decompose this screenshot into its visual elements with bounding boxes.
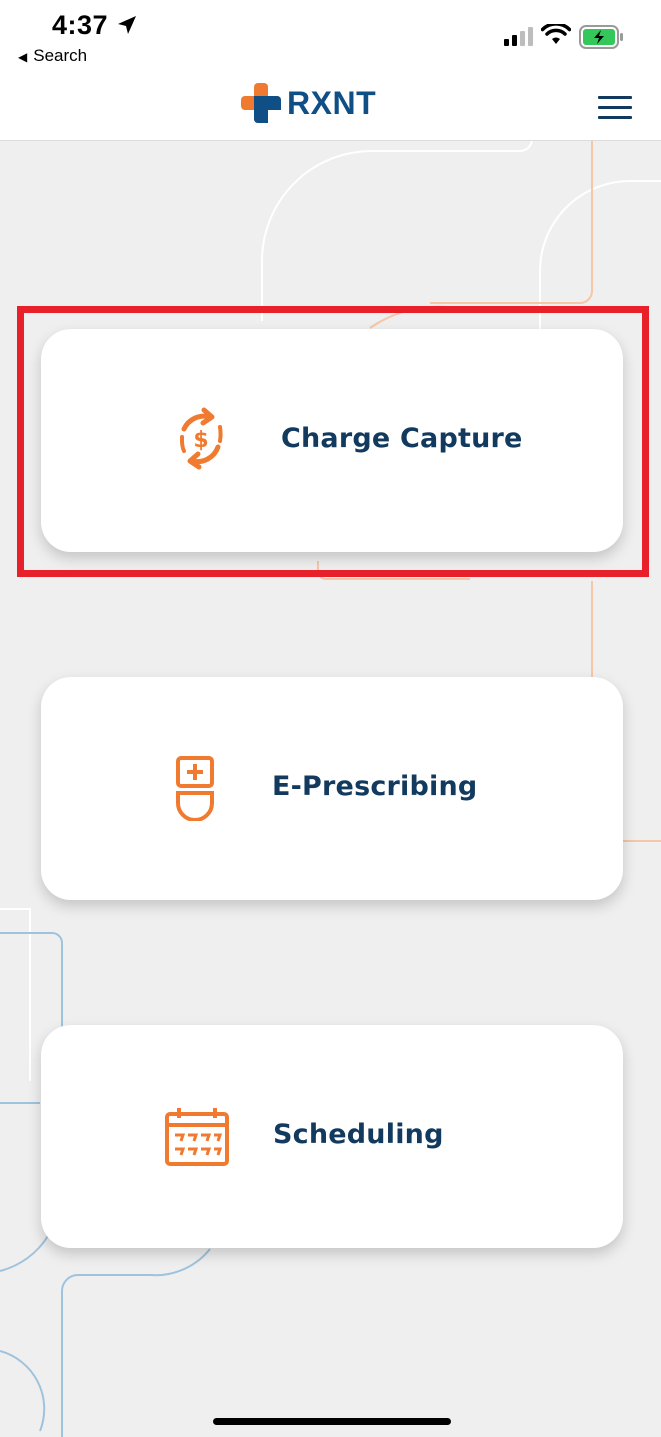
- scheduling-card[interactable]: Scheduling: [41, 1025, 623, 1248]
- prescription-icon: [176, 756, 214, 821]
- rxnt-logo: RXNT: [241, 83, 376, 123]
- status-bar: 4:37 ◀ Search: [0, 0, 661, 74]
- app-header: RXNT: [0, 74, 661, 141]
- back-label: Search: [33, 46, 88, 65]
- location-arrow-icon: [118, 16, 136, 34]
- cellular-signal-icon: [504, 27, 533, 46]
- e-prescribing-label: E-Prescribing: [272, 771, 478, 802]
- rxnt-cross-icon: [241, 83, 281, 123]
- calendar-icon: [165, 1108, 229, 1166]
- menu-icon[interactable]: [598, 96, 632, 120]
- home-indicator[interactable]: [213, 1418, 451, 1425]
- back-to-search-link[interactable]: ◀ Search: [18, 46, 87, 66]
- battery-charging-icon: [579, 25, 623, 49]
- status-time: 4:37: [52, 10, 109, 40]
- back-triangle-icon: ◀: [18, 50, 28, 64]
- wifi-icon: [541, 24, 571, 44]
- selection-highlight: [17, 306, 649, 577]
- scheduling-label: Scheduling: [273, 1119, 444, 1150]
- e-prescribing-card[interactable]: E-Prescribing: [41, 677, 623, 900]
- brand-name: RXNT: [287, 84, 377, 121]
